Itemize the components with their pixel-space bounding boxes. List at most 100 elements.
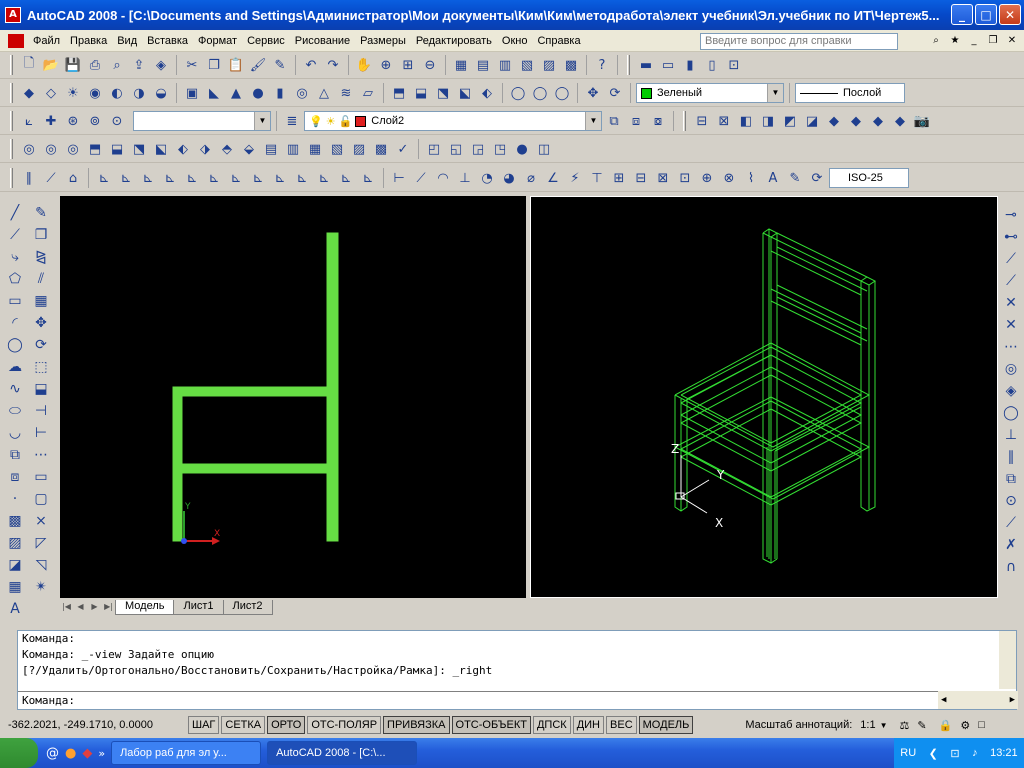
trim-icon[interactable]: ⊣ [30, 400, 52, 421]
dim-radius-icon[interactable]: ◔ [477, 168, 497, 188]
mtext-icon[interactable]: A [4, 598, 26, 619]
copy-object-icon[interactable]: ❐ [30, 224, 52, 245]
sheet-set-icon[interactable]: ▧ [517, 55, 537, 75]
taskbar-word-document[interactable]: Лабор раб для эл у... [111, 741, 262, 765]
ucs-3point-icon[interactable]: ⊾ [248, 168, 268, 188]
offset-icon[interactable]: ⫽ [30, 268, 52, 289]
firefox-icon[interactable]: ● [65, 746, 76, 761]
snap-from-icon[interactable]: ⊷ [1000, 226, 1022, 247]
rectangle-icon[interactable]: ▭ [4, 290, 26, 311]
extrude-faces-icon[interactable]: ⬒ [85, 139, 105, 159]
snap-toggle[interactable]: ШАГ [188, 716, 220, 734]
clean-icon[interactable]: ▧ [327, 139, 347, 159]
tab-first-icon[interactable]: |◀ [60, 602, 73, 615]
dim-break-icon[interactable]: ⊠ [653, 168, 673, 188]
sphere-icon[interactable]: ● [248, 83, 268, 103]
menu-modify[interactable]: Редактировать [411, 35, 497, 47]
zoom-realtime-icon[interactable]: ⊕ [376, 55, 396, 75]
workspace-toolbars-icon[interactable]: ⊡ [724, 55, 744, 75]
tray-settings-icon[interactable]: ⚙ [960, 719, 970, 732]
properties-icon[interactable]: ▦ [451, 55, 471, 75]
menu-draw[interactable]: Рисование [290, 35, 355, 47]
coordinates-readout[interactable]: -362.2021, -249.1710, 0.0000 [8, 719, 186, 731]
torus-icon[interactable]: ◎ [292, 83, 312, 103]
sun-icon[interactable]: ◒ [151, 83, 171, 103]
osnap-settings-icon[interactable]: ∩ [1000, 556, 1022, 577]
region-icon[interactable]: ◪ [4, 554, 26, 575]
visual-style-realistic-icon[interactable]: ◳ [490, 139, 510, 159]
chevron-down-icon[interactable]: ▼ [767, 84, 783, 102]
camera-icon[interactable]: 📷 [912, 111, 932, 131]
snap-midpoint-icon[interactable]: ⟋ [1000, 270, 1022, 291]
dim-update-icon[interactable]: ⟳ [807, 168, 827, 188]
block-editor-icon[interactable]: ✎ [270, 55, 290, 75]
explode-icon[interactable]: ✴ [30, 576, 52, 597]
dim-angular-icon[interactable]: ∠ [543, 168, 563, 188]
menu-dimension[interactable]: Размеры [355, 35, 411, 47]
autoscale-icon[interactable]: ✎ [917, 719, 926, 732]
make-block-icon[interactable]: ⧈ [4, 466, 26, 487]
ucs-previous-icon[interactable]: ⊾ [116, 168, 136, 188]
insert-block-icon[interactable]: ⧉ [4, 444, 26, 465]
menu-help[interactable]: Справка [532, 35, 585, 47]
language-indicator[interactable]: RU [900, 747, 916, 759]
ellipse-icon[interactable]: ⬭ [4, 400, 26, 421]
command-hscrollbar[interactable]: ◀ ▶ [938, 691, 1018, 709]
break-icon[interactable]: ▭ [30, 466, 52, 487]
visual-style-conceptual-icon[interactable]: ● [512, 139, 532, 159]
pyramid-icon[interactable]: △ [314, 83, 334, 103]
dim-baseline-icon[interactable]: ⊤ [587, 168, 607, 188]
ucs-face-icon[interactable]: ⊾ [138, 168, 158, 188]
3d-publish-icon[interactable]: ◈ [151, 55, 171, 75]
drawing-icon[interactable] [8, 33, 24, 48]
ortho-toggle[interactable]: ОРТО [267, 716, 306, 734]
ucs-apply-icon[interactable]: ⊾ [336, 168, 356, 188]
snap-nearest-icon[interactable]: ⟋ [1000, 512, 1022, 533]
maximize-button[interactable]: □ [975, 4, 997, 25]
ucs-icon[interactable]: ⟀ [19, 111, 39, 131]
snap-center-icon[interactable]: ◎ [1000, 358, 1022, 379]
search-icon[interactable]: ⌕ [928, 33, 944, 49]
wedge-icon[interactable]: ◣ [204, 83, 224, 103]
visual-style-hidden-icon[interactable]: ◲ [468, 139, 488, 159]
visual-style-manager-icon[interactable]: ◫ [534, 139, 554, 159]
snap-apparent-icon[interactable]: ✕ [1000, 314, 1022, 335]
shell-icon[interactable]: ▩ [371, 139, 391, 159]
view-right-icon[interactable]: ◨ [758, 111, 778, 131]
sweep-icon[interactable]: ⬔ [433, 83, 453, 103]
orbit-icon[interactable]: ⊛ [63, 111, 83, 131]
ucs-z-icon[interactable]: ⊾ [314, 168, 334, 188]
command-prompt-input[interactable]: Команда: [18, 691, 978, 709]
model-toggle[interactable]: МОДЕЛЬ [638, 716, 694, 734]
doc-restore-button[interactable]: ❐ [985, 33, 1001, 49]
union-icon[interactable]: ◯ [508, 83, 528, 103]
intersect-solid-icon[interactable]: ◎ [63, 139, 83, 159]
taskbar-autocad[interactable]: AutoCAD 2008 - [C:\... [267, 741, 418, 765]
dim-aligned-icon[interactable]: ⟋ [411, 168, 431, 188]
app-icon[interactable]: ◆ [82, 746, 92, 761]
print-icon[interactable]: ⎙ [85, 55, 105, 75]
chevron-right-icon[interactable]: » [98, 747, 105, 760]
circle-icon[interactable]: ◯ [4, 334, 26, 355]
dyn-toggle[interactable]: ДИН [572, 716, 605, 734]
imprint-icon[interactable]: ▦ [305, 139, 325, 159]
help-icon[interactable]: ? [592, 55, 612, 75]
view-left-icon[interactable]: ◧ [736, 111, 756, 131]
fillet-alt-icon[interactable]: ◹ [30, 554, 52, 575]
viewport-iso-view[interactable]: Z Y X [530, 196, 998, 598]
linetype-combo[interactable]: Послой [795, 83, 905, 103]
doc-minimize-button[interactable]: _ [966, 33, 982, 49]
workspace-custom-icon[interactable]: ▯ [702, 55, 722, 75]
rotate-faces-icon[interactable]: ⬖ [173, 139, 193, 159]
snap-perpendicular-icon[interactable]: ⊥ [1000, 424, 1022, 445]
polyline-icon[interactable]: ⤷ [4, 246, 26, 267]
line-icon[interactable]: ╱ [4, 202, 26, 223]
start-button[interactable] [0, 738, 38, 768]
color-faces-icon[interactable]: ⬙ [239, 139, 259, 159]
polygon-icon[interactable]: ⬠ [4, 268, 26, 289]
temp-track-icon[interactable]: ⊸ [1000, 204, 1022, 225]
ucs-world-icon[interactable]: ⊾ [94, 168, 114, 188]
lwt-toggle[interactable]: ВЕС [606, 716, 637, 734]
minimize-button[interactable]: _ [951, 4, 973, 25]
presspull-icon[interactable]: ⬓ [411, 83, 431, 103]
